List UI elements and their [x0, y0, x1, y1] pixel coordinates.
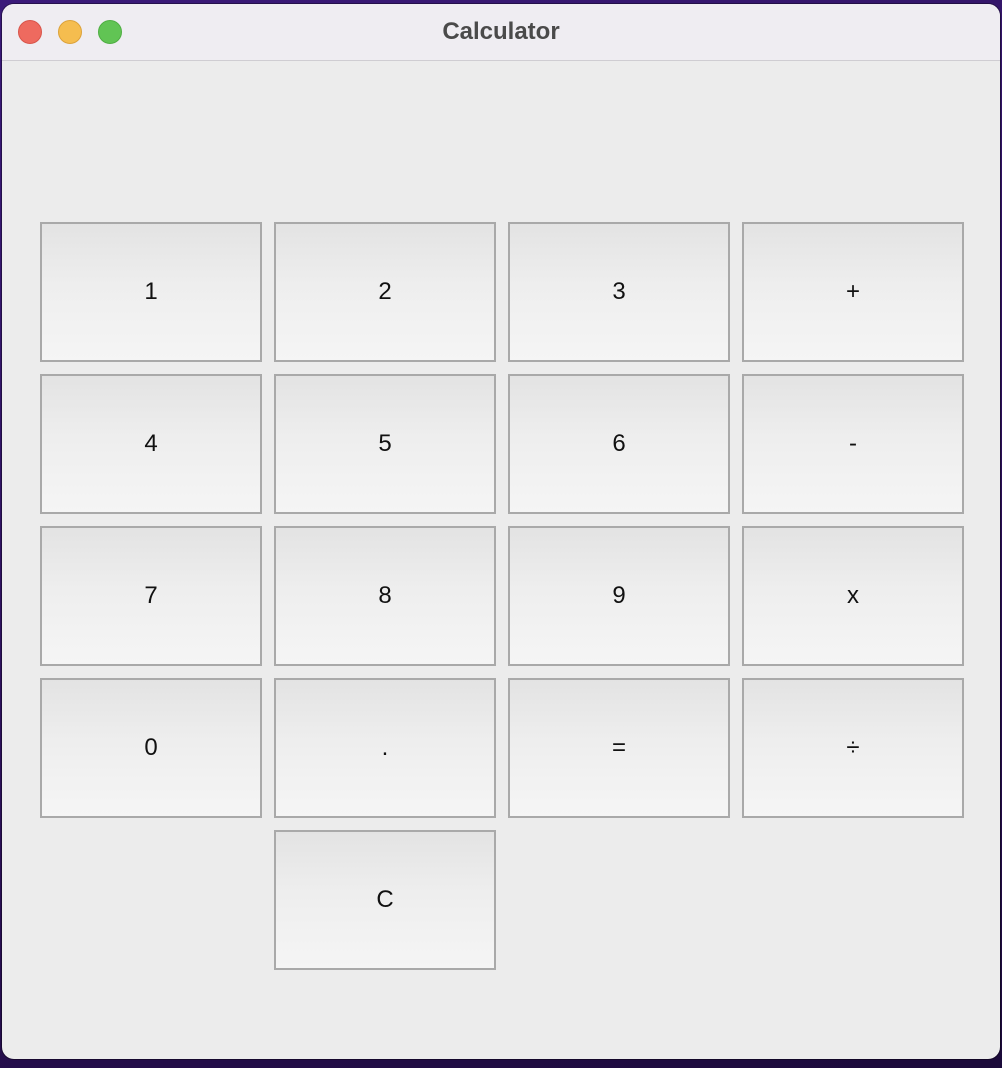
key-5-button[interactable]: 5 [274, 374, 496, 514]
key-9-button[interactable]: 9 [508, 526, 730, 666]
equals-button[interactable]: = [508, 678, 730, 818]
key-1-button[interactable]: 1 [40, 222, 262, 362]
decimal-button[interactable]: . [274, 678, 496, 818]
multiply-button[interactable]: x [742, 526, 964, 666]
subtract-button[interactable]: - [742, 374, 964, 514]
key-6-button[interactable]: 6 [508, 374, 730, 514]
result-display [40, 84, 962, 204]
calculator-window: Calculator 1 2 3 + 4 5 6 - 7 8 9 x 0 . =… [2, 4, 1000, 1059]
key-0-button[interactable]: 0 [40, 678, 262, 818]
key-2-button[interactable]: 2 [274, 222, 496, 362]
key-3-button[interactable]: 3 [508, 222, 730, 362]
divide-button[interactable]: ÷ [742, 678, 964, 818]
title-bar[interactable]: Calculator [2, 4, 1000, 61]
key-7-button[interactable]: 7 [40, 526, 262, 666]
window-title: Calculator [442, 18, 560, 45]
clear-button[interactable]: C [274, 830, 496, 970]
key-8-button[interactable]: 8 [274, 526, 496, 666]
keypad: 1 2 3 + 4 5 6 - 7 8 9 x 0 . = ÷ C [40, 222, 964, 972]
add-button[interactable]: + [742, 222, 964, 362]
key-4-button[interactable]: 4 [40, 374, 262, 514]
